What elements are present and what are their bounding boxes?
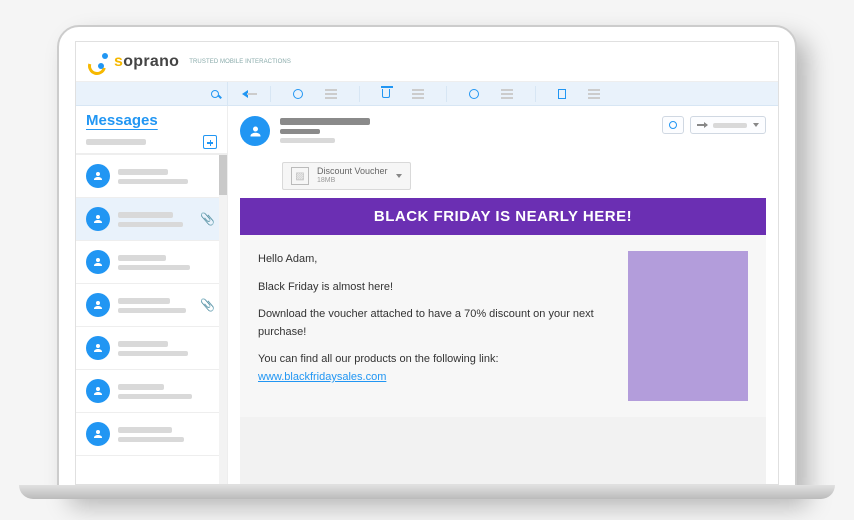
sender-name-placeholder [280, 118, 370, 125]
message-list[interactable]: 📎 📎 [76, 154, 227, 484]
sidebar-title[interactable]: Messages [86, 112, 217, 129]
brand-name: soprano [114, 53, 179, 71]
divider [270, 86, 271, 102]
toolbar-search[interactable] [76, 82, 228, 106]
sidebar-subtitle-placeholder [86, 139, 146, 145]
chevron-down-icon [753, 123, 759, 127]
email-greeting: Hello Adam, [258, 251, 612, 269]
action-icon [669, 121, 677, 129]
sender-meta-placeholder [280, 129, 320, 134]
compose-icon[interactable] [203, 135, 217, 149]
toolbar [76, 82, 778, 106]
forward-icon [697, 124, 707, 126]
attachment-area: ▨ Discount Voucher 18MB [282, 162, 778, 190]
attachment-name: Discount Voucher [317, 167, 388, 177]
message-row[interactable] [76, 370, 227, 413]
toolbar-btn-3[interactable] [412, 93, 424, 95]
email-banner: BLACK FRIDAY IS NEARLY HERE! [240, 198, 766, 235]
attachment-icon: 📎 [200, 212, 215, 226]
avatar [86, 164, 110, 188]
main-area: Messages 📎 [76, 106, 778, 484]
avatar [86, 207, 110, 231]
avatar [86, 293, 110, 317]
image-icon: ▨ [291, 167, 309, 185]
divider [535, 86, 536, 102]
divider [446, 86, 447, 102]
avatar [86, 422, 110, 446]
email-content: BLACK FRIDAY IS NEARLY HERE! Hello Adam,… [240, 198, 766, 484]
email-line: Black Friday is almost here! [258, 279, 612, 297]
toolbar-btn-5[interactable] [501, 93, 513, 95]
email-body: Hello Adam, Black Friday is almost here!… [258, 251, 612, 397]
sender-meta-placeholder2 [280, 138, 335, 143]
attachment-size: 18MB [317, 177, 388, 185]
divider [359, 86, 360, 102]
header-action-1[interactable] [662, 116, 684, 134]
email-line: Download the voucher attached to have a … [258, 306, 612, 341]
email-image-placeholder [628, 251, 748, 401]
message-row[interactable] [76, 155, 227, 198]
laptop-frame: soprano TRUSTED MOBILE INTERACTIONS [57, 25, 797, 495]
app-screen: soprano TRUSTED MOBILE INTERACTIONS [75, 41, 779, 485]
toolbar-btn-2[interactable] [325, 93, 337, 95]
attachment-card[interactable]: ▨ Discount Voucher 18MB [282, 162, 411, 190]
logo-icon [86, 51, 108, 73]
message-row[interactable]: 📎 [76, 198, 227, 241]
message-row[interactable]: 📎 [76, 284, 227, 327]
message-list-pane: Messages 📎 [76, 106, 228, 484]
brand-tagline: TRUSTED MOBILE INTERACTIONS [189, 59, 291, 65]
toolbar-btn-7[interactable] [588, 93, 600, 95]
message-header [228, 106, 778, 156]
search-icon [211, 90, 219, 98]
sender-avatar [240, 116, 270, 146]
avatar [86, 379, 110, 403]
forward-button[interactable] [690, 116, 766, 134]
toolbar-btn-6[interactable] [558, 89, 566, 99]
brand-logo[interactable]: soprano TRUSTED MOBILE INTERACTIONS [86, 51, 291, 73]
delete-icon[interactable] [382, 89, 390, 98]
message-row[interactable] [76, 327, 227, 370]
email-link[interactable]: www.blackfridaysales.com [258, 371, 386, 383]
toolbar-btn-4[interactable] [469, 89, 479, 99]
message-row[interactable] [76, 413, 227, 456]
back-icon[interactable] [242, 90, 248, 98]
attachment-icon: 📎 [200, 298, 215, 312]
avatar [86, 250, 110, 274]
avatar [86, 336, 110, 360]
chevron-down-icon[interactable] [396, 174, 402, 178]
toolbar-btn-1[interactable] [293, 89, 303, 99]
app-header: soprano TRUSTED MOBILE INTERACTIONS [76, 42, 778, 82]
message-row[interactable] [76, 241, 227, 284]
reading-pane: ▨ Discount Voucher 18MB BLACK FRIDAY IS … [228, 106, 778, 484]
email-line: You can find all our products on the fol… [258, 351, 612, 386]
